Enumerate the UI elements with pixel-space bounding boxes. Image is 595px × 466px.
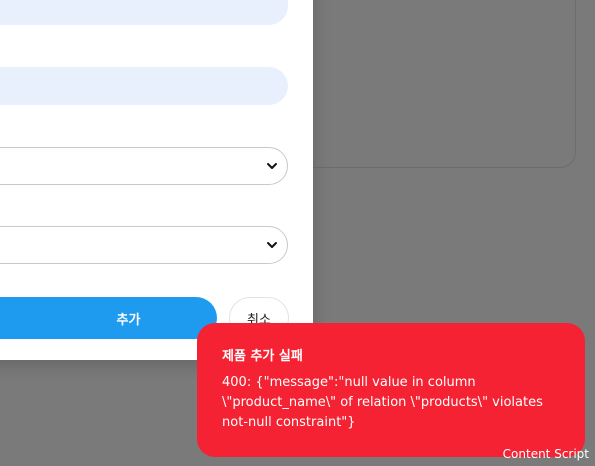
toast-message: 400: {"message":"null value in column \"…	[222, 375, 543, 430]
chevron-down-icon	[267, 163, 277, 169]
select-dropdown-1[interactable]	[0, 147, 288, 185]
page: 추가 취소 제품 추가 실패 400: {"message":"null val…	[0, 0, 595, 466]
toast-title: 제품 추가 실패	[222, 349, 303, 364]
add-product-modal: 추가 취소	[0, 0, 313, 360]
content-script-label: Content Script	[502, 447, 589, 461]
select-dropdown-2[interactable]	[0, 226, 288, 264]
text-input-field-1[interactable]	[0, 0, 288, 25]
text-input-field-2[interactable]	[0, 67, 288, 105]
add-button[interactable]: 추가	[0, 297, 217, 339]
error-toast: 제품 추가 실패 400: {"message":"null value in …	[197, 323, 585, 457]
chevron-down-icon	[267, 242, 277, 248]
